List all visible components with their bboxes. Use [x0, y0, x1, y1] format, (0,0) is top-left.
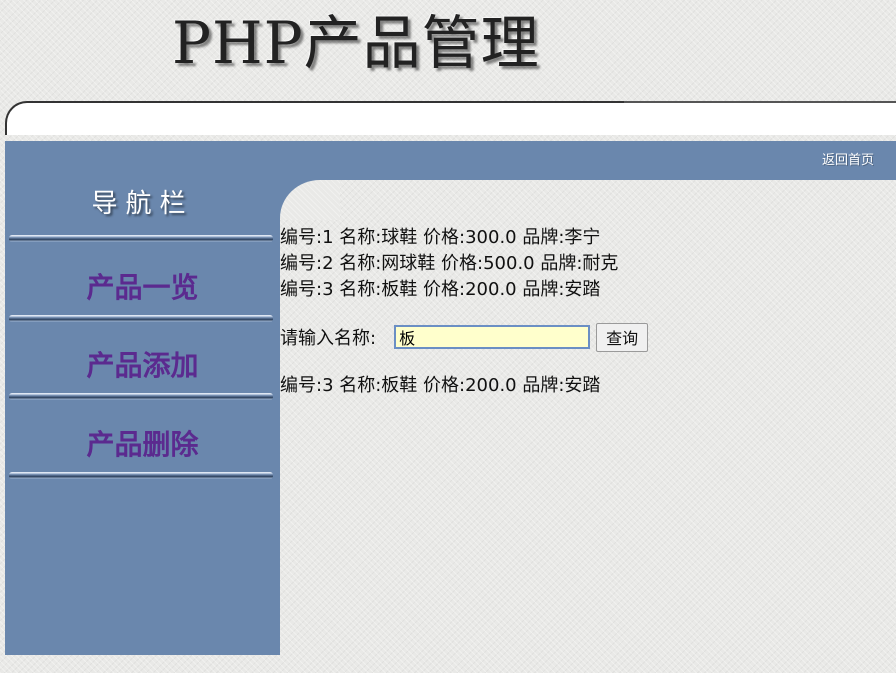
sidebar-item-product-list[interactable]: 产品一览	[5, 266, 280, 306]
banner-rule	[624, 101, 896, 103]
search-button[interactable]: 查询	[596, 322, 649, 352]
sidebar-divider	[9, 393, 273, 400]
top-bar: 返回首页	[5, 141, 896, 180]
list-item: 编号:2 名称:网球鞋 价格:500.0 品牌:耐克	[280, 253, 619, 274]
sidebar-divider	[9, 472, 273, 479]
list-item: 编号:3 名称:板鞋 价格:200.0 品牌:安踏	[280, 279, 601, 300]
search-label: 请输入名称:	[280, 328, 377, 349]
sidebar: 导航栏 产品一览 产品添加 产品删除	[5, 180, 280, 655]
sidebar-divider	[9, 235, 273, 242]
product-list: 编号:1 名称:球鞋 价格:300.0 品牌:李宁 编号:2 名称:网球鞋 价格…	[280, 225, 618, 303]
sidebar-item-product-delete[interactable]: 产品删除	[5, 423, 280, 463]
sidebar-divider	[9, 315, 273, 322]
sidebar-title: 导航栏	[91, 189, 194, 219]
back-home-link[interactable]: 返回首页	[822, 149, 874, 168]
sidebar-item-product-add[interactable]: 产品添加	[5, 344, 280, 384]
search-input[interactable]	[394, 325, 591, 349]
list-item: 编号:1 名称:球鞋 价格:300.0 品牌:李宁	[280, 227, 601, 248]
search-form: 请输入名称: 查询	[280, 322, 649, 352]
page-title: PHP产品管理	[172, 9, 540, 77]
search-results: 编号:3 名称:板鞋 价格:200.0 品牌:安踏	[280, 373, 600, 399]
header-banner	[5, 101, 896, 135]
list-item: 编号:3 名称:板鞋 价格:200.0 品牌:安踏	[280, 375, 601, 396]
